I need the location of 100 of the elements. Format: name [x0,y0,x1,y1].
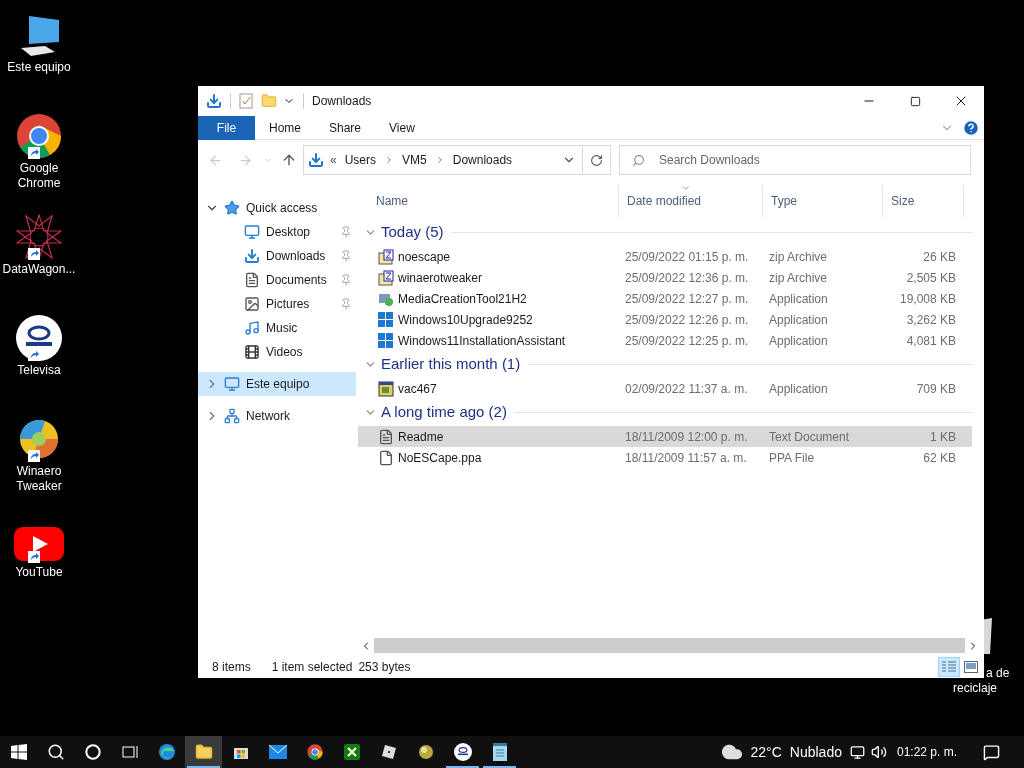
star-pattern-icon [16,214,62,260]
download-icon[interactable] [206,93,222,109]
search-icon [632,153,645,167]
youtube-icon [14,527,64,563]
type-cell-text: Application [768,311,829,329]
ribbon-tab[interactable]: Home [255,115,315,140]
address-bar[interactable]: « Users VM5 Downloads [303,145,583,175]
music-note-icon [244,320,260,336]
column-header[interactable]: Name [358,185,619,217]
size-cell-text: 26 KB [922,248,956,266]
refresh-icon [590,153,603,167]
large-icons-view-icon [964,661,978,673]
network-icon[interactable] [849,744,865,760]
recycle-bin-label[interactable]: a de [986,664,1010,682]
properties-icon[interactable] [239,93,253,109]
file-row[interactable]: NoESCape.ppa 18/11/2009 11:57 a. m. PPA File 62 KB [358,447,972,468]
file-row[interactable]: Windows11InstallationAssistant 25/09/2022 12:25 p. m. Application 4,081 KB [358,330,972,351]
column-header[interactable]: Size [883,185,964,217]
monitor-icon [244,224,260,240]
group-header[interactable]: Earlier this month (1) [381,353,521,376]
window-title: Downloads [312,93,372,110]
type-cell-text: zip Archive [768,269,829,287]
desktop-icon-label[interactable]: Este equipo [5,60,73,75]
file-name: Readme [398,428,444,446]
notepad-icon [491,743,508,761]
televisa-logo-icon [16,315,62,361]
group-header[interactable]: A long time ago (2) [381,401,507,424]
nav-item[interactable]: Music [198,316,356,340]
file-row[interactable]: MediaCreationTool21H2 25/09/2022 12:27 p. m. Application 19,008 KB [358,288,972,309]
network-icon [224,408,240,424]
type-cell-text: Application [768,332,829,350]
details-view-icon [941,661,957,673]
download-icon [308,152,324,168]
search-icon [46,743,65,761]
date-cell-text: 25/09/2022 12:36 p. m. [624,269,750,287]
selection-count: 1 item selected [271,659,353,676]
circle-icon [84,744,101,760]
file-row[interactable]: noescape 25/09/2022 01:15 p. m. zip Archive 26 KB [358,246,972,267]
file-name: vac467 [398,380,437,398]
blank-file-icon [378,449,394,466]
desktop-icon-label[interactable]: Google Chrome [0,161,78,191]
file-name: noescape [398,248,451,266]
nav-item[interactable]: Desktop [198,220,356,244]
clock[interactable]: 01:22 p. m. [896,743,957,761]
recycle-bin-label[interactable]: reciclaje [953,679,997,697]
path-overflow[interactable]: « [330,151,337,169]
search-field[interactable]: Search Downloads [619,145,971,175]
file-name: winaerotweaker [398,269,483,287]
nav-item[interactable]: Documents [198,268,356,292]
chrome-icon [306,744,323,760]
notifications-icon[interactable] [983,743,1000,761]
ball-icon [417,744,434,760]
ribbon-tab[interactable]: View [375,115,429,140]
breadcrumb[interactable]: Downloads [452,151,513,169]
refresh-button[interactable] [583,145,611,175]
nav-item[interactable]: Quick access [198,196,356,220]
weather-condition[interactable]: Nublado [789,741,842,763]
application-icon [378,380,394,397]
size-cell-text: 19,008 KB [898,290,956,308]
file-menu-button[interactable]: File [198,115,255,140]
nav-item[interactable]: Videos [198,340,356,364]
size-cell-text: 1 KB [929,428,956,446]
type-cell-text: PPA File [768,449,816,467]
desktop-icon-label[interactable]: Televisa [15,363,63,378]
file-row[interactable]: vac467 02/09/2022 11:37 a. m. Application 709 KB [358,378,972,399]
file-row[interactable]: Windows10Upgrade9252 25/09/2022 12:26 p. m. Application 3,262 KB [358,309,972,330]
file-row[interactable]: winaerotweaker 25/09/2022 12:36 p. m. zip Archive 2,505 KB [358,267,972,288]
date-cell-text: 18/11/2009 11:57 a. m. [624,449,748,467]
picture-icon [244,296,260,312]
size-cell-text: 2,505 KB [905,269,956,287]
desktop-icon-label[interactable]: Winaero Tweaker [0,464,78,494]
ribbon-tab[interactable]: Share [315,115,376,140]
column-header[interactable]: Type [763,185,883,217]
file-row[interactable]: Readme 18/11/2009 12:00 p. m. Text Document 1 KB [358,426,972,447]
breadcrumb[interactable]: VM5 [402,151,427,169]
desktop-icon-label[interactable]: DataWagon... [0,262,78,277]
breadcrumb[interactable]: Users [344,151,377,169]
temperature[interactable]: 22°C [750,741,782,763]
edge-icon [157,743,176,761]
column-header[interactable]: Date modified [619,185,763,217]
nav-item[interactable]: Network [198,404,356,428]
volume-icon[interactable] [870,744,887,760]
help-icon[interactable] [962,118,980,137]
monitor-icon [224,376,240,392]
date-cell-text: 02/09/2022 11:37 a. m. [624,380,749,398]
type-cell-text: Application [768,380,829,398]
size-cell-text: 3,262 KB [905,311,956,329]
desktop-icon-label[interactable]: YouTube [13,565,65,580]
group-header[interactable]: Today (5) [381,221,444,244]
chrome-icon [16,113,62,159]
nav-item[interactable]: Pictures [198,292,356,316]
taskbar-button[interactable] [185,736,222,768]
search-placeholder: Search Downloads [659,152,760,169]
file-name: MediaCreationTool21H2 [398,290,527,308]
windows-logo-icon [378,311,394,328]
date-cell-text: 25/09/2022 12:25 p. m. [624,332,750,350]
nav-item[interactable]: Este equipo [198,372,356,396]
zip-file-icon [378,269,394,286]
film-icon [244,344,260,360]
nav-item[interactable]: Downloads [198,244,356,268]
